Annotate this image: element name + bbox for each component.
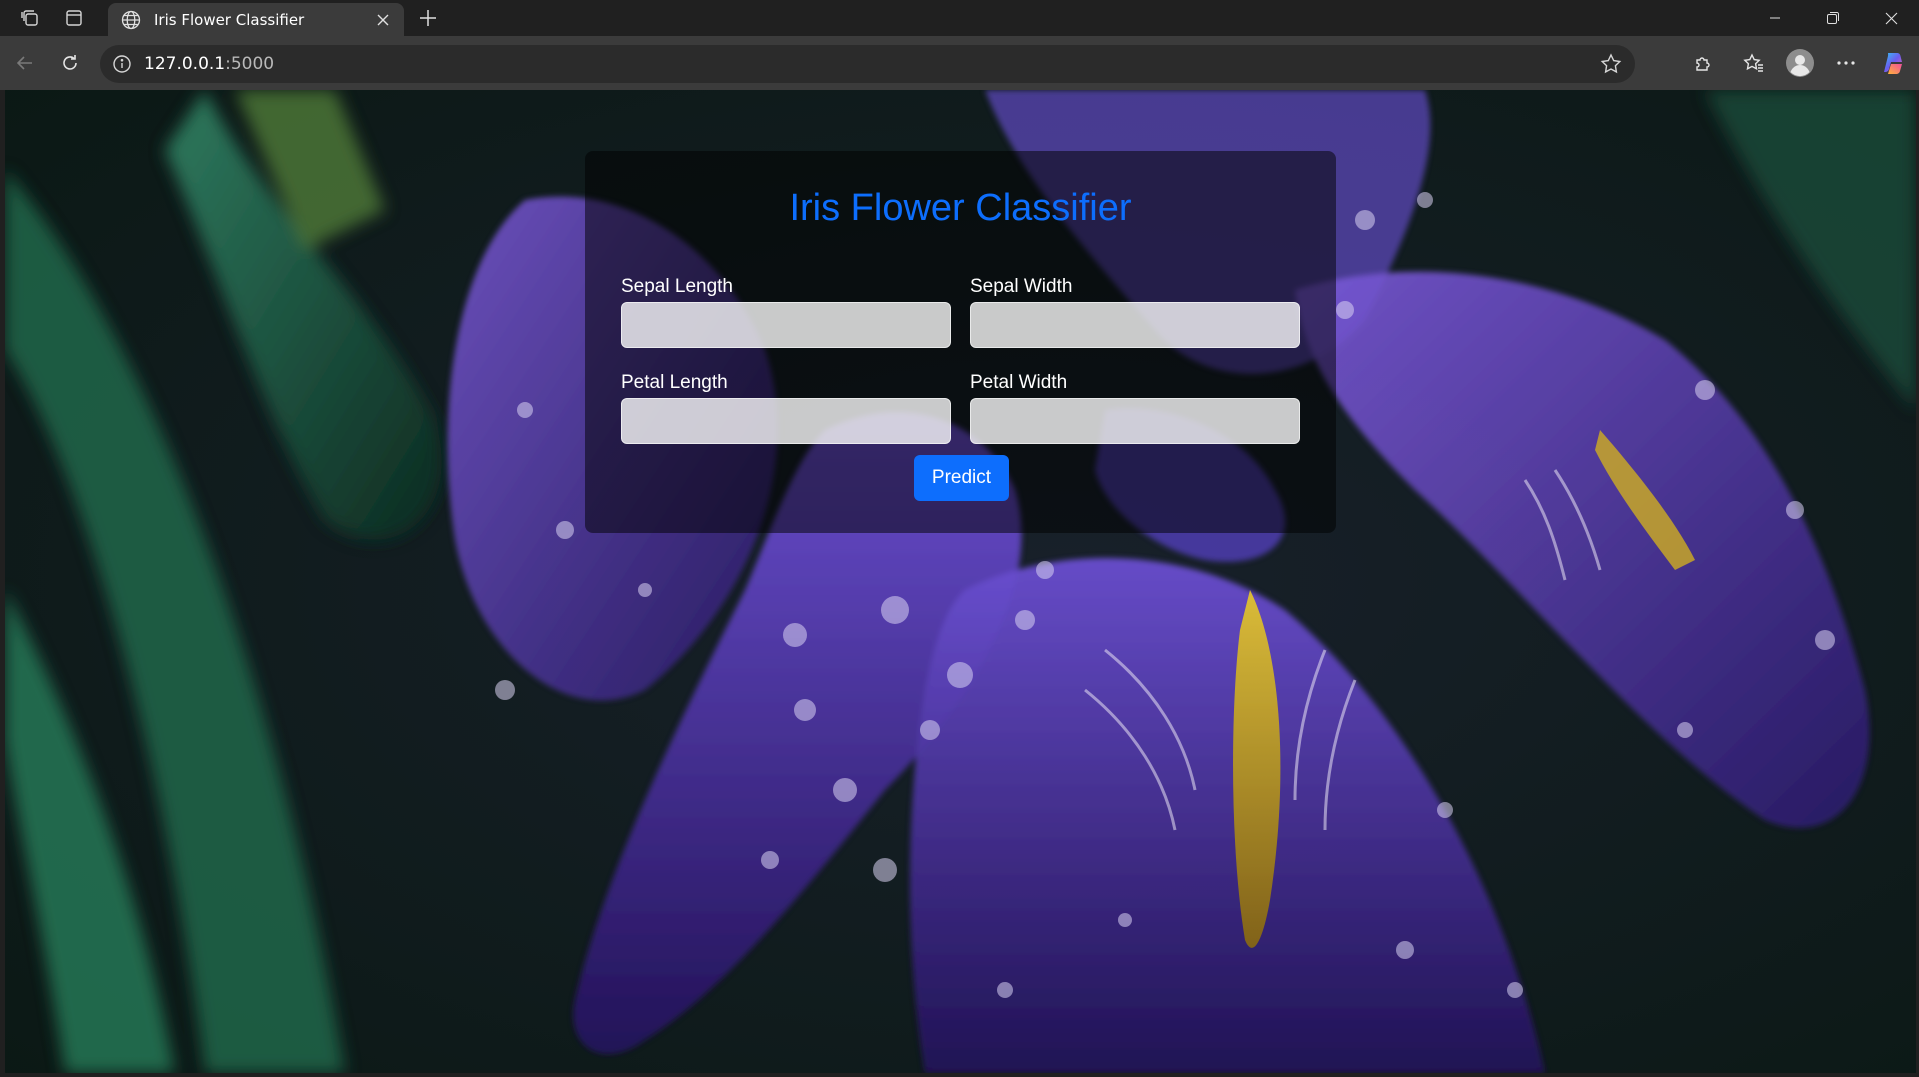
sepal-width-input[interactable] bbox=[970, 302, 1300, 348]
refresh-button[interactable] bbox=[52, 45, 88, 81]
petal-length-input[interactable] bbox=[621, 398, 951, 444]
close-tab-icon[interactable] bbox=[372, 9, 394, 31]
url-port: :5000 bbox=[225, 54, 275, 74]
predict-button[interactable]: Predict bbox=[914, 455, 1009, 501]
url-host: 127.0.0.1 bbox=[144, 54, 226, 74]
new-tab-button[interactable] bbox=[412, 2, 444, 34]
address-bar[interactable]: 127.0.0.1:5000 bbox=[100, 45, 1635, 83]
petal-width-label: Petal Width bbox=[970, 372, 1068, 393]
page-viewport: Iris Flower Classifier Sepal Length Sepa… bbox=[5, 90, 1916, 1073]
puzzle-icon[interactable] bbox=[1686, 45, 1722, 81]
profile-icon[interactable] bbox=[1782, 45, 1818, 81]
tab-title: Iris Flower Classifier bbox=[154, 10, 305, 29]
petal-width-input[interactable] bbox=[970, 398, 1300, 444]
globe-icon bbox=[120, 9, 142, 31]
minimize-button[interactable] bbox=[1752, 0, 1798, 36]
classifier-form-card: Iris Flower Classifier Sepal Length Sepa… bbox=[585, 151, 1336, 533]
active-tab[interactable]: Iris Flower Classifier bbox=[108, 3, 404, 36]
restore-button[interactable] bbox=[1810, 0, 1856, 36]
back-button[interactable] bbox=[7, 45, 43, 81]
star-icon[interactable] bbox=[1599, 52, 1623, 76]
url-text[interactable]: 127.0.0.1:5000 bbox=[144, 54, 274, 74]
info-icon[interactable] bbox=[112, 54, 132, 74]
workspaces-icon[interactable] bbox=[8, 0, 52, 36]
more-icon[interactable] bbox=[1828, 45, 1864, 81]
petal-length-label: Petal Length bbox=[621, 372, 728, 393]
favorites-icon[interactable] bbox=[1736, 45, 1772, 81]
petal-length-field: Petal Length bbox=[621, 369, 951, 444]
browser-titlebar: Iris Flower Classifier bbox=[0, 0, 1919, 36]
copilot-icon[interactable] bbox=[1876, 45, 1912, 81]
sepal-length-field: Sepal Length bbox=[621, 273, 951, 348]
page-title: Iris Flower Classifier bbox=[789, 187, 1132, 229]
browser-toolbar: 127.0.0.1:5000 bbox=[0, 36, 1919, 90]
sepal-width-label: Sepal Width bbox=[970, 276, 1073, 297]
sepal-length-label: Sepal Length bbox=[621, 276, 733, 297]
sepal-width-field: Sepal Width bbox=[970, 273, 1300, 348]
vertical-tabs-icon[interactable] bbox=[52, 0, 96, 36]
petal-width-field: Petal Width bbox=[970, 369, 1300, 444]
close-window-button[interactable] bbox=[1868, 0, 1914, 36]
sepal-length-input[interactable] bbox=[621, 302, 951, 348]
